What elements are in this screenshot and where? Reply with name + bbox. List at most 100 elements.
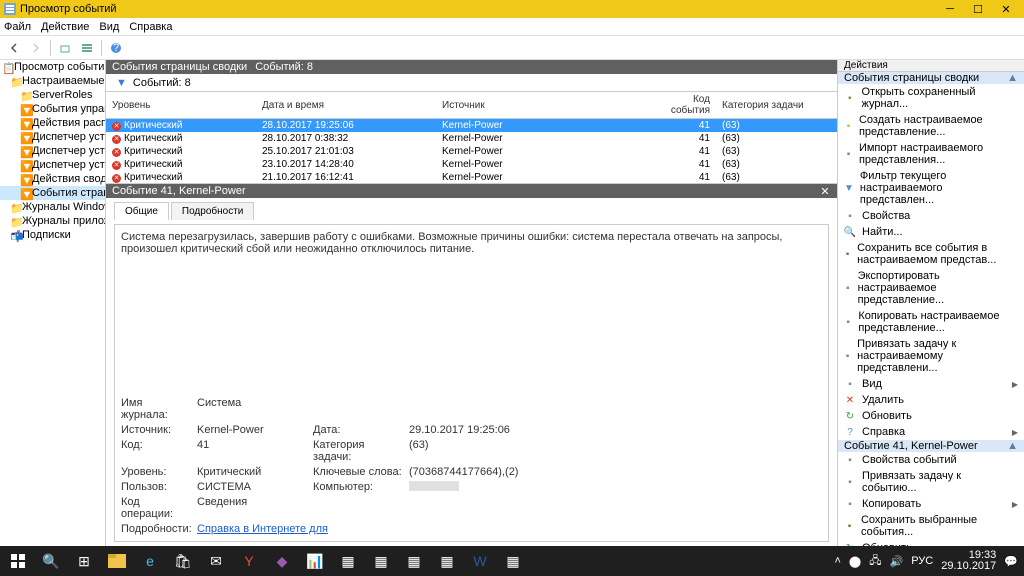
- tree-node[interactable]: 🔽Диспетчер устройств - I: [0, 144, 105, 158]
- action-item[interactable]: ▪Открыть сохраненный журнал...: [838, 84, 1024, 112]
- taskbar-app-edge[interactable]: e: [134, 547, 166, 575]
- taskbar-app-vs[interactable]: ◆: [266, 547, 298, 575]
- action-item[interactable]: ▪Копировать▶: [838, 496, 1024, 512]
- search-icon[interactable]: 🔍: [35, 547, 67, 575]
- minimize-button[interactable]: ─: [936, 1, 964, 17]
- system-tray[interactable]: ˄ ⬤ 🖧 🔊 РУС 19:33 29.10.2017 💬: [834, 550, 1022, 572]
- tree-node[interactable]: 🔽События управления: [0, 102, 105, 116]
- action-item[interactable]: ▪Сохранить все события в настраиваемом п…: [838, 240, 1024, 268]
- actions-group1-header[interactable]: События страницы сводки▲: [838, 72, 1024, 84]
- back-button[interactable]: [4, 38, 24, 58]
- tray-app-icon[interactable]: ⬤: [849, 555, 861, 568]
- table-row[interactable]: ✕Критический25.10.2017 21:01:03Kernel-Po…: [106, 145, 837, 158]
- taskbar-app-explorer[interactable]: [101, 547, 133, 575]
- action-item[interactable]: ▼Фильтр текущего настраиваемого представ…: [838, 168, 1024, 208]
- taskbar-app-word[interactable]: W: [464, 547, 496, 575]
- action-item[interactable]: ✕Удалить: [838, 392, 1024, 408]
- table-row[interactable]: ✕Критический23.10.2017 14:28:40Kernel-Po…: [106, 158, 837, 171]
- action-item[interactable]: ▪Сохранить выбранные события...: [838, 512, 1024, 540]
- tray-language[interactable]: РУС: [911, 555, 933, 567]
- tree-node[interactable]: 🔽Диспетчер устройств - Н: [0, 158, 105, 172]
- event-count-header: Событий: 8: [255, 61, 313, 73]
- detail-close-icon[interactable]: ✕: [819, 185, 831, 198]
- titlebar[interactable]: Просмотр событий ─ ☐ ✕: [0, 0, 1024, 18]
- menu-action[interactable]: Действие: [41, 21, 89, 33]
- online-help-link[interactable]: Справка в Интернете для: [197, 523, 822, 535]
- tray-volume-icon[interactable]: 🔊: [890, 555, 904, 568]
- collapse-icon[interactable]: ▲: [1007, 72, 1018, 84]
- tree-node[interactable]: 📁Настраиваемые представл: [0, 74, 105, 88]
- help-icon[interactable]: ?: [106, 38, 126, 58]
- taskbar-app-generic1[interactable]: ▦: [332, 547, 364, 575]
- table-row[interactable]: ✕Критический28.10.2017 0:38:32Kernel-Pow…: [106, 132, 837, 145]
- col-source[interactable]: Источник: [436, 92, 646, 119]
- taskbar-app-mail[interactable]: ✉: [200, 547, 232, 575]
- actions-pane: Действия События страницы сводки▲ ▪Откры…: [838, 60, 1024, 546]
- tree-node[interactable]: 📁ServerRoles: [0, 88, 105, 102]
- taskbar-app-store[interactable]: 🛍: [167, 547, 199, 575]
- tree-node[interactable]: 📬Подписки: [0, 228, 105, 242]
- menu-view[interactable]: Вид: [99, 21, 119, 33]
- col-cat[interactable]: Категория задачи: [716, 92, 837, 119]
- action-item[interactable]: ▪Свойства: [838, 208, 1024, 224]
- tree-node[interactable]: 📁Журналы Windows: [0, 200, 105, 214]
- tree-root[interactable]: 📋Просмотр событий (Локальн: [0, 60, 105, 74]
- action-item[interactable]: ▪Вид▶: [838, 376, 1024, 392]
- action-item[interactable]: 🔍Найти...: [838, 224, 1024, 240]
- tree-node[interactable]: 🔽Действия расположения: [0, 116, 105, 130]
- up-button[interactable]: [55, 38, 75, 58]
- tab-details[interactable]: Подробности: [171, 202, 254, 220]
- col-level[interactable]: Уровень: [106, 92, 256, 119]
- menu-file[interactable]: Файл: [4, 21, 31, 33]
- event-grid[interactable]: Уровень Дата и время Источник Код событи…: [106, 92, 837, 184]
- actions-group2-header[interactable]: Событие 41, Kernel-Power▲: [838, 440, 1024, 452]
- tray-clock[interactable]: 19:33 29.10.2017: [941, 550, 996, 572]
- action-item[interactable]: ▪Привязать задачу к настраиваемому предс…: [838, 336, 1024, 376]
- close-button[interactable]: ✕: [992, 1, 1020, 17]
- event-count: Событий: 8: [133, 77, 191, 89]
- window-title: Просмотр событий: [20, 3, 936, 15]
- action-item[interactable]: ▪Привязать задачу к событию...: [838, 468, 1024, 496]
- detail-header: Событие 41, Kernel-Power ✕: [106, 184, 837, 198]
- forward-button[interactable]: [26, 38, 46, 58]
- action-item[interactable]: ↻Обновить: [838, 408, 1024, 424]
- nav-tree[interactable]: 📋Просмотр событий (Локальн 📁Настраиваемы…: [0, 60, 106, 546]
- action-item[interactable]: ▪Экспортировать настраиваемое представле…: [838, 268, 1024, 308]
- tray-notifications-icon[interactable]: 💬: [1004, 555, 1018, 568]
- action-item[interactable]: ▪Создать настраиваемое представление...: [838, 112, 1024, 140]
- center-header: События страницы сводки Событий: 8: [106, 60, 837, 74]
- taskbar-app-yandex[interactable]: Y: [233, 547, 265, 575]
- taskbar-app-generic3[interactable]: ▦: [398, 547, 430, 575]
- menu-help[interactable]: Справка: [129, 21, 172, 33]
- action-item[interactable]: ▪Свойства событий: [838, 452, 1024, 468]
- maximize-button[interactable]: ☐: [964, 1, 992, 17]
- taskbar-app-monitor[interactable]: 📊: [299, 547, 331, 575]
- taskbar-app-generic5[interactable]: ▦: [497, 547, 529, 575]
- taskbar-app-generic4[interactable]: ▦: [431, 547, 463, 575]
- col-date[interactable]: Дата и время: [256, 92, 436, 119]
- detail-tabs: Общие Подробности: [106, 198, 837, 220]
- tray-network-icon[interactable]: 🖧: [869, 552, 881, 571]
- view-name: События страницы сводки: [112, 61, 247, 73]
- center-pane: События страницы сводки Событий: 8 ▼ Соб…: [106, 60, 838, 546]
- tab-general[interactable]: Общие: [114, 202, 169, 220]
- collapse-icon[interactable]: ▲: [1007, 440, 1018, 452]
- action-item[interactable]: ▪Копировать настраиваемое представление.…: [838, 308, 1024, 336]
- taskbar-app-generic2[interactable]: ▦: [365, 547, 397, 575]
- tree-node[interactable]: 🔽Диспетчер устройств - L: [0, 130, 105, 144]
- tree-node[interactable]: 🔽События страницы сво: [0, 186, 105, 200]
- action-item[interactable]: ▪Импорт настраиваемого представления...: [838, 140, 1024, 168]
- tray-chevron-up-icon[interactable]: ˄: [834, 555, 840, 567]
- list-button[interactable]: [77, 38, 97, 58]
- task-view-icon[interactable]: ⊞: [68, 547, 100, 575]
- taskbar[interactable]: 🔍 ⊞ e 🛍 ✉ Y ◆ 📊 ▦ ▦ ▦ ▦ W ▦ ˄ ⬤ 🖧 🔊 РУС …: [0, 546, 1024, 576]
- action-item[interactable]: ?Справка▶: [838, 424, 1024, 440]
- start-button[interactable]: [2, 547, 34, 575]
- menubar: Файл Действие Вид Справка: [0, 18, 1024, 36]
- table-row[interactable]: ✕Критический28.10.2017 19:25:06Kernel-Po…: [106, 119, 837, 133]
- tree-node[interactable]: 🔽Действия сводки: [0, 172, 105, 186]
- detail-body: Система перезагрузилась, завершив работу…: [114, 224, 829, 542]
- col-id[interactable]: Код события: [646, 92, 716, 119]
- tree-node[interactable]: 📁Журналы приложений и с: [0, 214, 105, 228]
- table-row[interactable]: ✕Критический21.10.2017 16:12:41Kernel-Po…: [106, 171, 837, 184]
